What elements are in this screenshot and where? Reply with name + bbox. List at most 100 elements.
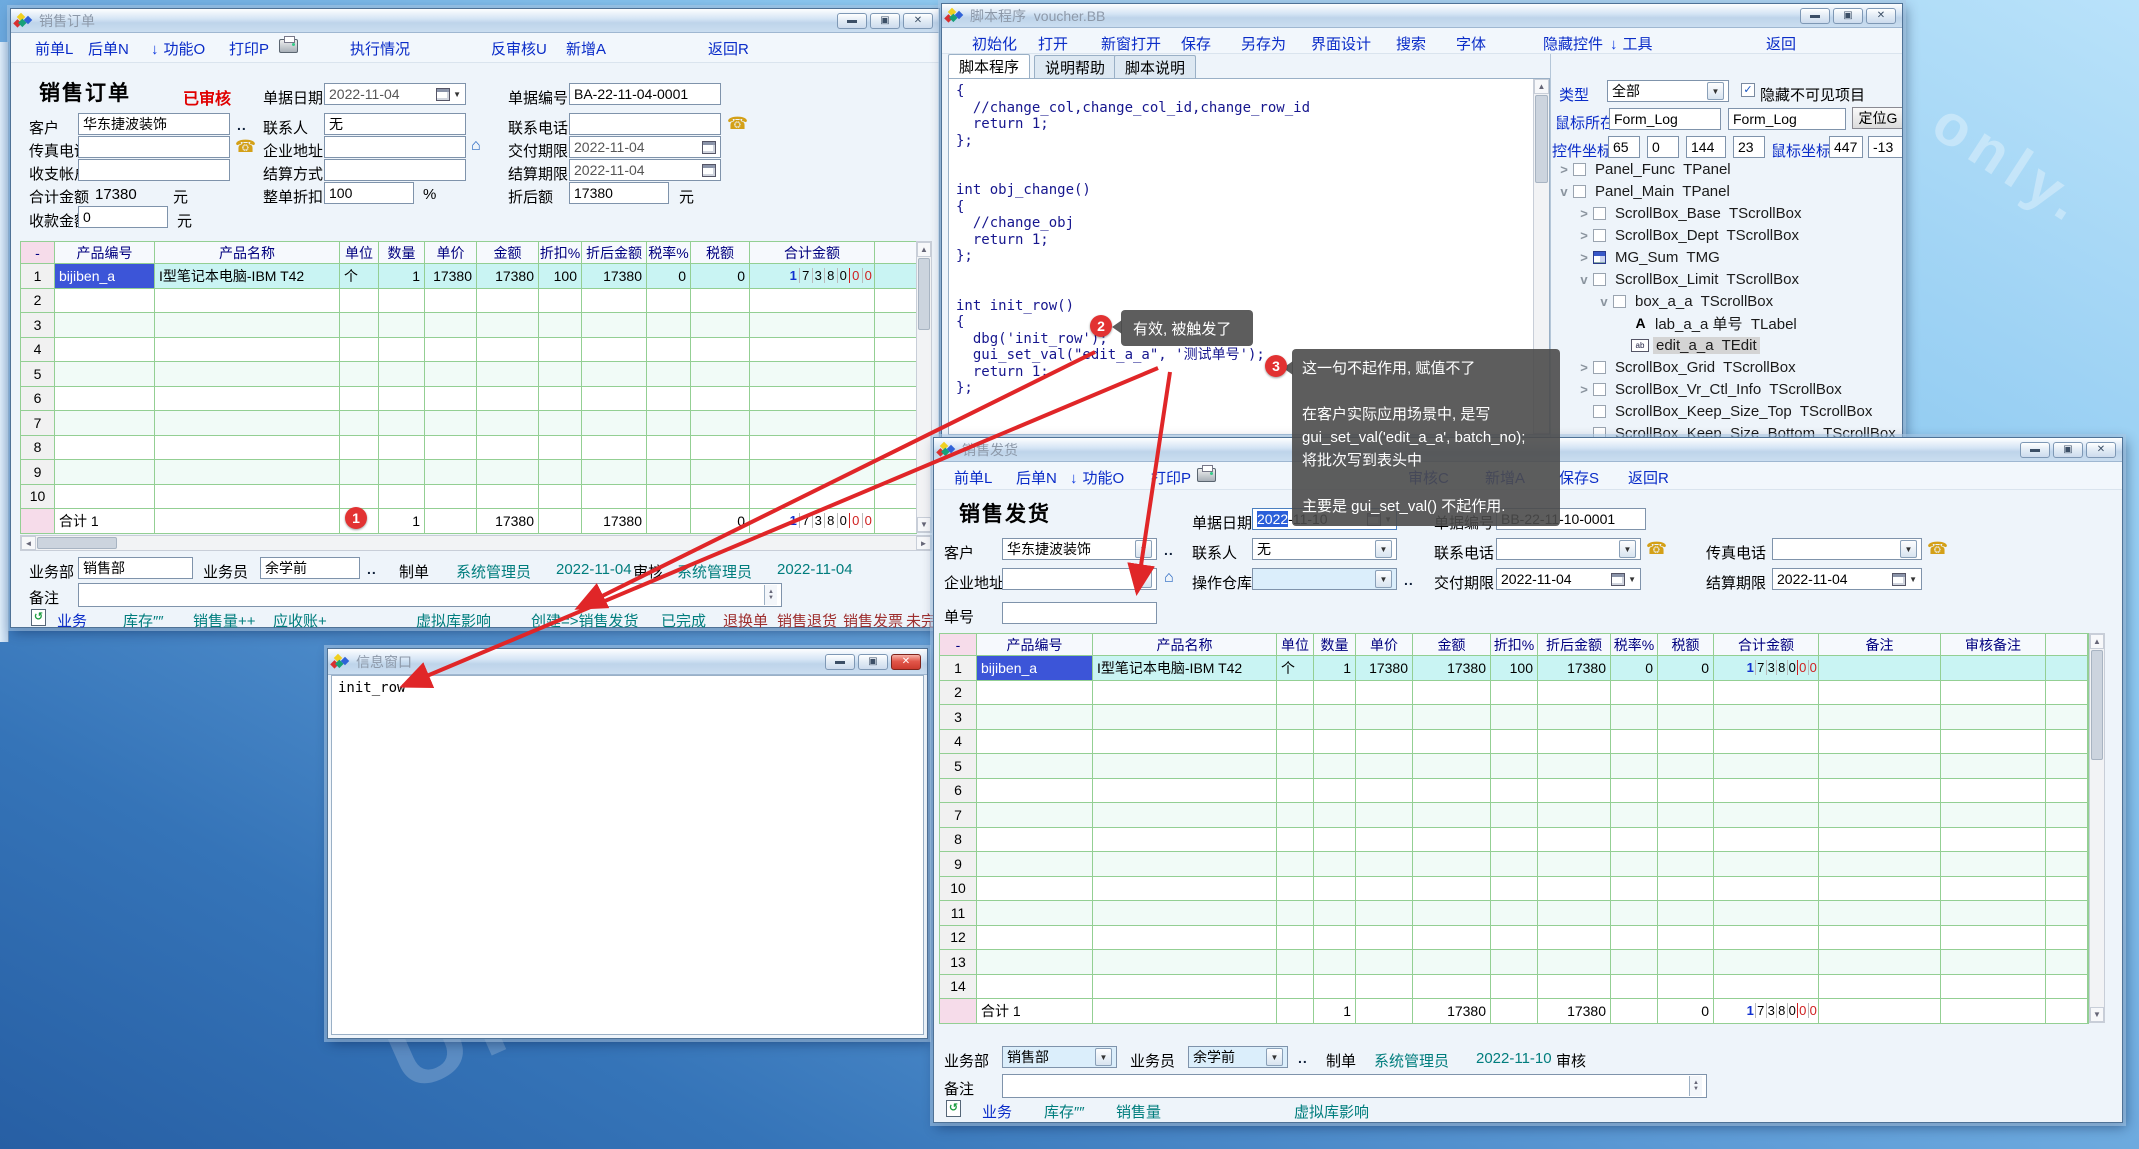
calendar-icon[interactable] xyxy=(1892,573,1906,586)
table-cell[interactable] xyxy=(875,411,917,435)
phone-icon[interactable]: ☎ xyxy=(1646,540,1667,557)
table-cell[interactable] xyxy=(750,387,875,411)
table-cell[interactable] xyxy=(1941,681,2046,705)
table-cell[interactable] xyxy=(1314,828,1356,852)
table-cell[interactable] xyxy=(1491,730,1538,754)
script-titlebar[interactable]: 脚本程序 voucher.BB ▬ ▣ ✕ xyxy=(942,4,1902,28)
table-cell[interactable] xyxy=(379,338,425,362)
address-icon[interactable]: ⌂ xyxy=(471,138,481,154)
table-cell[interactable] xyxy=(2046,926,2088,950)
table-cell[interactable] xyxy=(340,485,379,509)
table-cell[interactable] xyxy=(2046,656,2088,680)
bottom-link[interactable]: 业务 xyxy=(982,1101,1012,1122)
tree-item-lab_a_a 单号[interactable]: Alab_a_a 单号 TLabel xyxy=(1551,312,1902,334)
row-number-cell[interactable]: 10 xyxy=(21,485,55,509)
chevron-down-icon[interactable]: ▼ xyxy=(1095,1048,1112,1066)
deliver-input[interactable]: 2022-11-04▼ xyxy=(1496,568,1641,590)
table-cell[interactable] xyxy=(1538,975,1611,999)
table-cell[interactable] xyxy=(875,485,917,509)
table-cell[interactable] xyxy=(340,362,379,386)
table-cell[interactable] xyxy=(1941,730,2046,754)
row-number-cell[interactable]: 3 xyxy=(21,313,55,337)
table-cell[interactable] xyxy=(1819,975,1941,999)
table-cell[interactable] xyxy=(1314,877,1356,901)
table-cell[interactable] xyxy=(1714,803,1819,827)
table-cell[interactable] xyxy=(539,436,582,460)
chevron-down-icon[interactable]: ▼ xyxy=(1628,575,1636,584)
type-combo[interactable]: 全部▼ xyxy=(1607,80,1729,102)
table-cell[interactable] xyxy=(340,460,379,484)
table-cell[interactable] xyxy=(2046,705,2088,729)
table-cell[interactable]: bijiben_a xyxy=(977,656,1093,680)
table-cell[interactable] xyxy=(1314,705,1356,729)
table-cell[interactable] xyxy=(1658,754,1714,778)
table-cell[interactable] xyxy=(2046,950,2088,974)
table-cell[interactable] xyxy=(1538,730,1611,754)
table-cell[interactable] xyxy=(1941,754,2046,778)
close-button[interactable]: ✕ xyxy=(891,654,921,670)
table-cell[interactable] xyxy=(1413,950,1491,974)
table-cell[interactable] xyxy=(582,289,647,313)
menu-item[interactable]: 新窗打开 xyxy=(1101,33,1161,54)
row-number-cell[interactable]: 6 xyxy=(21,387,55,411)
table-cell[interactable] xyxy=(379,485,425,509)
row-number-cell[interactable]: 5 xyxy=(940,754,977,778)
bottom-link[interactable]: 应收账+ xyxy=(273,610,327,631)
table-cell[interactable] xyxy=(340,289,379,313)
table-cell[interactable] xyxy=(1819,730,1941,754)
table-cell[interactable] xyxy=(691,289,750,313)
after-input[interactable]: 17380 xyxy=(569,182,669,204)
table-cell[interactable] xyxy=(1491,950,1538,974)
printer-icon[interactable] xyxy=(1197,468,1216,482)
person-input[interactable]: 余学前 xyxy=(260,557,360,579)
table-cell[interactable] xyxy=(1538,926,1611,950)
table-cell[interactable] xyxy=(1819,852,1941,876)
row-number-cell[interactable]: 13 xyxy=(940,950,977,974)
table-cell[interactable] xyxy=(875,264,917,288)
menu-item[interactable]: 执行情况 xyxy=(350,38,410,59)
table-cell[interactable] xyxy=(750,436,875,460)
table-cell[interactable] xyxy=(477,338,539,362)
table-cell[interactable] xyxy=(1277,681,1314,705)
component-checkbox[interactable] xyxy=(1593,361,1606,374)
phone-icon[interactable]: ☎ xyxy=(727,115,748,132)
table-cell[interactable] xyxy=(477,436,539,460)
order-table-vscrollbar[interactable]: ▲ ▼ xyxy=(916,241,932,533)
table-cell[interactable] xyxy=(1611,926,1658,950)
bottom-link[interactable]: 已完成 xyxy=(661,610,706,631)
table-cell[interactable]: 17380 xyxy=(1356,656,1413,680)
table-cell[interactable] xyxy=(1611,705,1658,729)
table-cell[interactable] xyxy=(875,436,917,460)
table-cell[interactable] xyxy=(750,485,875,509)
locate-button[interactable]: 定位G xyxy=(1852,107,1902,129)
contact-combo[interactable]: 无▼ xyxy=(1252,538,1397,560)
table-cell[interactable] xyxy=(1314,754,1356,778)
table-cell[interactable] xyxy=(1611,681,1658,705)
table-cell[interactable] xyxy=(691,362,750,386)
table-cell[interactable] xyxy=(1491,975,1538,999)
mouse-over-input-2[interactable]: Form_Log xyxy=(1728,108,1846,130)
table-cell[interactable] xyxy=(1819,877,1941,901)
table-cell[interactable] xyxy=(977,877,1093,901)
phone-input[interactable] xyxy=(569,113,721,135)
table-cell[interactable] xyxy=(647,411,691,435)
table-cell[interactable] xyxy=(1093,803,1277,827)
settle-input[interactable] xyxy=(324,159,466,181)
tree-expand-icon[interactable]: v xyxy=(1557,184,1571,199)
table-cell[interactable] xyxy=(1277,730,1314,754)
chevron-down-icon[interactable]: ▼ xyxy=(1375,540,1392,558)
table-cell[interactable] xyxy=(1941,975,2046,999)
customer-more-button[interactable]: .. xyxy=(1164,542,1174,558)
row-number-cell[interactable]: 10 xyxy=(940,877,977,901)
table-cell[interactable] xyxy=(1714,901,1819,925)
table-cell[interactable] xyxy=(1819,656,1941,680)
table-cell[interactable] xyxy=(425,485,477,509)
row-number-cell[interactable]: 9 xyxy=(21,460,55,484)
table-cell[interactable] xyxy=(750,411,875,435)
bottom-link[interactable]: 销售发票 xyxy=(843,610,903,631)
table-cell[interactable] xyxy=(977,975,1093,999)
table-cell[interactable] xyxy=(477,387,539,411)
calendar-icon[interactable] xyxy=(702,164,716,177)
table-cell[interactable] xyxy=(1538,950,1611,974)
table-cell[interactable] xyxy=(2046,803,2088,827)
